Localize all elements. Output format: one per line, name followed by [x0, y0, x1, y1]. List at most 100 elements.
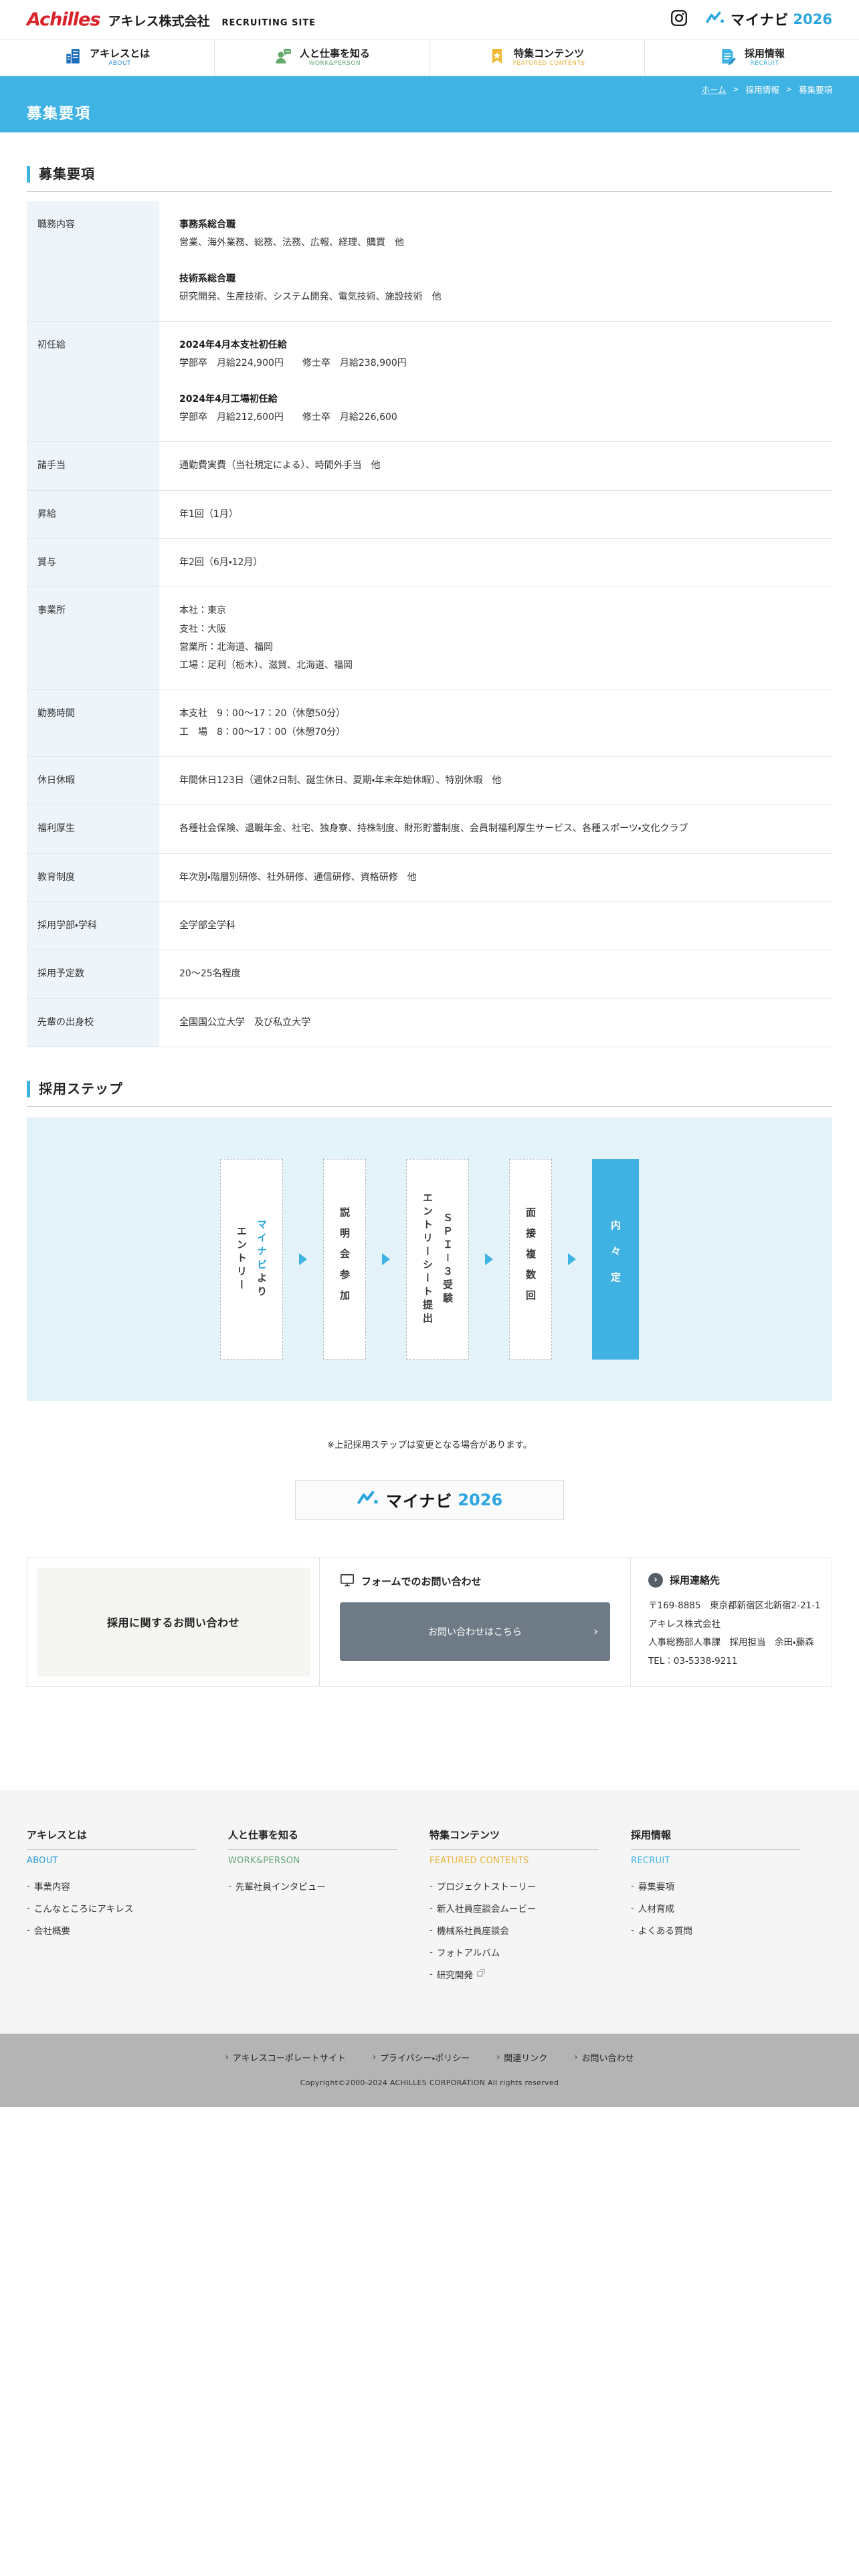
step-box-offer: 内々定 [592, 1158, 639, 1360]
row-value: 各種社会保険、退職年金、社宅、独身寮、持株制度、財形貯蓄制度、会員制福利厚生サー… [159, 804, 832, 854]
footer-column-title[interactable]: 採用情報 [631, 1828, 800, 1850]
steps-section-head: 採用ステップ [27, 1080, 832, 1107]
value-group-heading: 2024年4月工場初任給 [179, 393, 278, 405]
value-text: 年2回（6月・12月） [179, 556, 263, 568]
bottom-link[interactable]: › お問い合わせ [574, 2051, 634, 2064]
table-row: 採用予定数 20～25名程度 [27, 950, 832, 999]
footer-link-dash: - [430, 1968, 433, 1979]
step-text-segment: マイナビ [256, 1218, 268, 1273]
footer-link[interactable]: - プロジェクトストーリー [430, 1879, 599, 1893]
achilles-logo: Achilles [27, 9, 100, 30]
breadcrumb-item[interactable]: ホーム [701, 83, 726, 96]
step-text-segment: エントリーシート提出 [421, 1192, 434, 1326]
row-label: 福利厚生 [27, 804, 159, 854]
row-label: 休日休暇 [27, 756, 159, 806]
value-text: 20～25名程度 [179, 968, 241, 980]
nav-item-recruit[interactable]: 採用情報 RECRUIT [644, 39, 859, 76]
row-label: 教育制度 [27, 853, 159, 902]
bottom-link-label: アキレスコーポレートサイト [232, 2053, 346, 2064]
row-label: 諸手当 [27, 441, 159, 491]
step-text-segment: 面接複数回 [524, 1207, 537, 1311]
table-row: 勤務時間 本支社 9：00～17：20（休憩50分） 工 場 8：00～17：00（… [27, 689, 832, 758]
bottom-link-label: お問い合わせ [581, 2053, 634, 2064]
bottom-link[interactable]: › アキレスコーポレートサイト [225, 2051, 345, 2064]
footer-link[interactable]: - 先輩社員インタビュー [228, 1879, 397, 1893]
step-text-line: マイナビより [252, 1219, 272, 1299]
footer-column-title[interactable]: アキレスとは [27, 1828, 196, 1850]
footer-link-dash: - [631, 1880, 634, 1891]
footer-link-label: 会社概要 [33, 1925, 70, 1937]
contact-info-line: アキレス株式会社 [648, 1618, 721, 1630]
footer-column-4: 採用情報 RECRUIT - 募集要項 - 人材育成 - よくある質問 [631, 1828, 832, 1990]
main-content: 募集要項 職務内容 事務系総合職 営業、海外業務、総務、法務、広報、経理、購買 他技… [27, 166, 832, 1687]
step-text-line: 説明会参加 [335, 1207, 355, 1311]
footer-links: - プロジェクトストーリー - 新入社員座談会ムービー - 機械系社員座談会 - フォトアルバ… [430, 1879, 599, 1981]
nav-item-about[interactable]: アキレスとは ABOUT [0, 39, 215, 76]
nav-item-sublabel: RECRUIT [750, 60, 779, 67]
footer-column-title[interactable]: 特集コンテンツ [430, 1828, 599, 1850]
requirements-table-body: 職務内容 事務系総合職 営業、海外業務、総務、法務、広報、経理、購買 他技術系総合職… [27, 201, 832, 1047]
contact-form-button[interactable]: お問い合わせはこちら › [340, 1602, 610, 1661]
footer-link-label: 機械系社員座談会 [436, 1925, 509, 1937]
footer-column-title[interactable]: 人と仕事を知る [228, 1828, 397, 1850]
copyright: Copyright©2000-2024 ACHILLES CORPORATION… [300, 2078, 559, 2087]
row-label: 賞与 [27, 538, 159, 588]
footer-link[interactable]: - フォトアルバム [430, 1945, 599, 1959]
footer-link[interactable]: - 人材育成 [631, 1901, 800, 1915]
row-value: 年2回（6月・12月） [159, 538, 832, 588]
chevron-right-icon: › [372, 2052, 376, 2062]
company-name: アキレス株式会社 [108, 13, 210, 29]
footer-link[interactable]: - よくある質問 [631, 1923, 800, 1937]
value-group: 技術系総合職 研究開発、生産技術、システム開発、電気技術、施設技術 他 [179, 270, 826, 307]
value-group-heading: 事務系総合職 [179, 219, 235, 230]
footer-link[interactable]: - 研究開発 [430, 1967, 599, 1981]
row-value: 全学部全学科 [159, 901, 832, 951]
nav-item-work[interactable]: 人と仕事を知る WORK&PERSON [214, 39, 430, 76]
value-group-text: 営業、海外業務、総務、法務、広報、経理、購買 他 [179, 237, 404, 249]
value-group-text: 学部卒 月給224,900円 修士卒 月給238,900円 [179, 358, 407, 369]
footer-link-label: 事業内容 [33, 1881, 70, 1893]
footer-link[interactable]: - 機械系社員座談会 [430, 1923, 599, 1937]
footer-link-dash: - [631, 1902, 634, 1913]
row-value: 本社：東京 支社：大阪 営業所：北海道、福岡 工場：足利（栃木）、滋賀、北海道、福岡 [159, 586, 832, 691]
value-group: 2024年4月工場初任給 学部卒 月給212,600円 修士卒 月給226,600 [179, 391, 826, 427]
footer-link[interactable]: - こんなところにアキレス [27, 1901, 196, 1915]
bottom-link[interactable]: › 関連リンク [496, 2051, 547, 2064]
footer-link[interactable]: - 募集要項 [631, 1879, 800, 1893]
footer-link[interactable]: - 新入社員座談会ムービー [430, 1901, 599, 1915]
mynavi-logo-link[interactable]: マイナビ 2026 [705, 9, 832, 29]
step-text-line: ＳＰＩ－３受験 [438, 1192, 458, 1326]
footer-link-label: 募集要項 [638, 1881, 674, 1893]
contact-info-line: 〒169-8885 東京都新宿区北新宿2-21-1 [648, 1600, 821, 1611]
footer-link[interactable]: - 会社概要 [27, 1923, 196, 1937]
table-row: 賞与 年2回（6月・12月） [27, 538, 832, 588]
site-footer: アキレスとは ABOUT - 事業内容 - こんなところにアキレス - 会社概要 人と仕事を知る… [0, 1790, 859, 2034]
value-line: 本支社 9：00～17：20（休憩50分） [179, 708, 346, 720]
building-icon [64, 47, 82, 68]
chevron-right-icon: › [593, 1624, 598, 1638]
mynavi-entry-button[interactable]: マイナビ 2026 [295, 1479, 564, 1520]
footer-link-dash: - [430, 1880, 433, 1891]
instagram-icon[interactable] [670, 9, 688, 29]
nav-item-features[interactable]: 特集コンテンツ FEATURED CONTENTS [429, 39, 644, 76]
step-text: 内々定 [605, 1220, 626, 1298]
bottom-link[interactable]: › プライバシー・ポリシー [373, 2051, 470, 2064]
value-line: 営業所：北海道、福岡 [179, 641, 273, 653]
footer-link[interactable]: - 事業内容 [27, 1879, 196, 1893]
nav-item-sublabel: ABOUT [108, 60, 132, 67]
recruitment-steps-flow: マイナビより エントリー 説明会参加 ＳＰＩ－３受験 エントリーシート提出 面接複数回 内々… [27, 1117, 832, 1401]
nav-item-text: 特集コンテンツ FEATURED CONTENTS [513, 47, 585, 68]
document-pen-icon [719, 47, 737, 68]
step-text-line: 面接複数回 [520, 1207, 541, 1311]
site-logo[interactable]: Achilles アキレス株式会社 RECRUITING SITE [27, 9, 316, 30]
value-line: 工 場 8：00～17：00（休憩70分） [179, 726, 346, 738]
step-box-interview: 面接複数回 [509, 1158, 552, 1360]
breadcrumb-separator: > [785, 85, 792, 94]
footer-column-sublabel: WORK&PERSON [228, 1855, 300, 1866]
monitor-icon [340, 1573, 355, 1590]
table-row: 休日休暇 年間休日123日（週休2日制、誕生休日、夏期・年末年始休暇）、特別休暇 … [27, 756, 832, 806]
table-row: 採用学部・学科 全学部全学科 [27, 901, 832, 951]
breadcrumb-separator: > [733, 85, 739, 94]
row-label: 昇給 [27, 490, 159, 539]
table-row: 昇給 年1回（1月） [27, 490, 832, 539]
